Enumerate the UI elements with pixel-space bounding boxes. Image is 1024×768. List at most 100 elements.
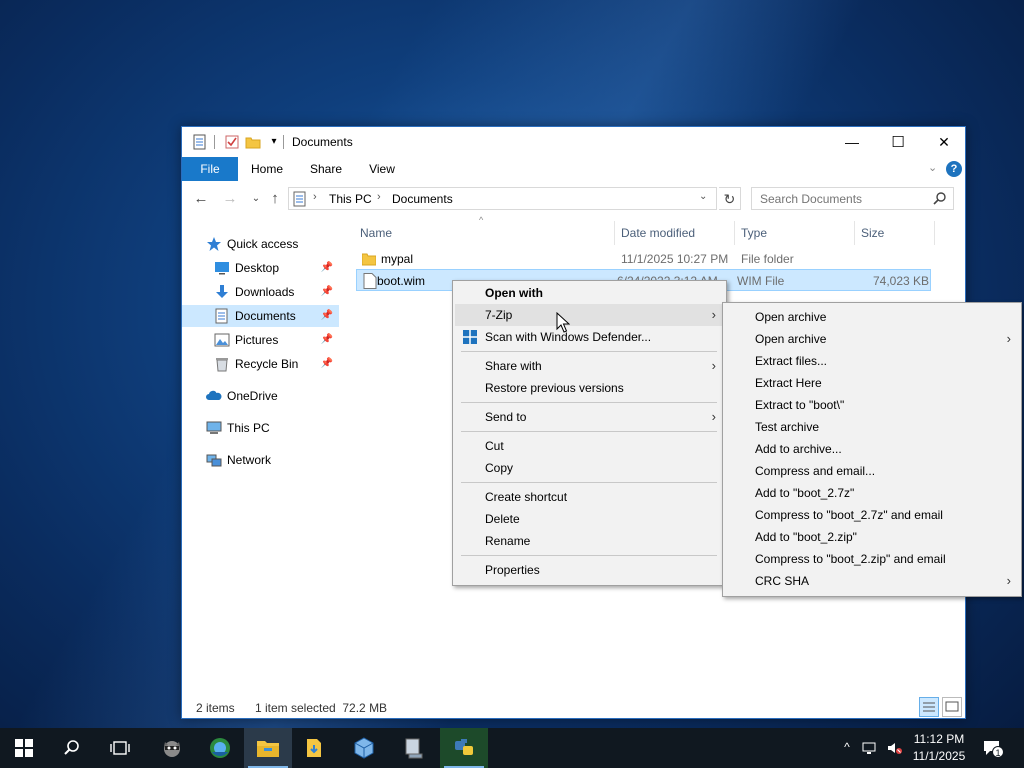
menu-send-to[interactable]: Send to › bbox=[455, 406, 724, 428]
file-row-mypal[interactable]: mypal 11/1/2025 10:27 PM File folder bbox=[356, 248, 931, 270]
clock[interactable]: 11:12 PM 11/1/2025 bbox=[904, 731, 974, 765]
menu-open-with[interactable]: Open with bbox=[455, 282, 724, 304]
pin-icon[interactable]: 📌 bbox=[321, 262, 333, 273]
menu-7zip[interactable]: 7-Zip › bbox=[455, 304, 724, 326]
forward-button[interactable]: → bbox=[220, 189, 240, 209]
submenu-item-label: Compress and email... bbox=[755, 464, 876, 478]
new-folder-icon[interactable] bbox=[245, 134, 261, 150]
volume-muted-icon[interactable] bbox=[886, 740, 902, 756]
tab-file[interactable]: File bbox=[182, 157, 238, 181]
action-center-button[interactable]: 1 bbox=[982, 738, 1004, 758]
submenu-crc-sha[interactable]: CRC SHA › bbox=[725, 570, 1019, 592]
large-icons-view-button[interactable] bbox=[942, 697, 962, 717]
checkmark-document-icon[interactable] bbox=[224, 134, 240, 150]
help-icon[interactable]: ? bbox=[946, 161, 962, 177]
column-date-modified[interactable]: Date modified bbox=[621, 221, 695, 245]
pin-icon[interactable]: 📌 bbox=[321, 334, 333, 345]
menu-share-with[interactable]: Share with › bbox=[455, 355, 724, 377]
maximize-button[interactable]: ☐ bbox=[875, 127, 921, 157]
tab-home[interactable]: Home bbox=[244, 157, 290, 181]
menu-properties[interactable]: Properties bbox=[455, 559, 724, 581]
breadcrumb-this-pc[interactable]: This PC bbox=[329, 192, 372, 206]
start-button[interactable] bbox=[0, 728, 48, 768]
column-divider[interactable] bbox=[734, 221, 735, 245]
title-bar[interactable]: ▾ Documents — ☐ ✕ bbox=[182, 127, 965, 157]
taskbar-app-browser[interactable] bbox=[196, 728, 244, 768]
nav-this-pc[interactable]: This PC bbox=[182, 417, 339, 439]
back-button[interactable]: ← bbox=[191, 189, 211, 209]
pin-icon[interactable]: 📌 bbox=[321, 286, 333, 297]
download-icon bbox=[216, 285, 228, 298]
search-box[interactable] bbox=[751, 187, 954, 210]
nav-recycle-bin[interactable]: Recycle Bin 📌 bbox=[182, 353, 339, 375]
menu-create-shortcut[interactable]: Create shortcut bbox=[455, 486, 724, 508]
submenu-add-to-zip[interactable]: Add to "boot_2.zip" bbox=[725, 526, 1019, 548]
submenu-compress-7z-email[interactable]: Compress to "boot_2.7z" and email bbox=[725, 504, 1019, 526]
up-button[interactable]: ↑ bbox=[265, 189, 285, 209]
submenu-compress-email[interactable]: Compress and email... bbox=[725, 460, 1019, 482]
submenu-open-archive[interactable]: Open archive bbox=[725, 306, 1019, 328]
taskbar-app-computer-setup[interactable] bbox=[390, 728, 438, 768]
refresh-button[interactable]: ↻ bbox=[719, 187, 741, 210]
pin-icon[interactable]: 📌 bbox=[321, 310, 333, 321]
network-status-icon[interactable] bbox=[862, 740, 878, 756]
nav-item-label: Network bbox=[227, 453, 272, 467]
column-type[interactable]: Type bbox=[741, 221, 767, 245]
close-button[interactable]: ✕ bbox=[921, 127, 967, 157]
nav-desktop[interactable]: Desktop 📌 bbox=[182, 257, 339, 279]
submenu-test-archive[interactable]: Test archive bbox=[725, 416, 1019, 438]
nav-network[interactable]: Network bbox=[182, 449, 339, 471]
details-view-button[interactable] bbox=[919, 697, 939, 717]
column-size[interactable]: Size bbox=[861, 221, 884, 245]
taskbar-app-raccoon[interactable] bbox=[148, 728, 196, 768]
menu-scan-defender[interactable]: Scan with Windows Defender... bbox=[455, 326, 724, 348]
nav-pictures[interactable]: Pictures 📌 bbox=[182, 329, 339, 351]
taskbar-app-python[interactable] bbox=[440, 728, 488, 768]
customize-toolbar-icon[interactable]: ▾ bbox=[266, 134, 282, 150]
submenu-extract-here[interactable]: Extract Here bbox=[725, 372, 1019, 394]
nav-onedrive[interactable]: OneDrive bbox=[182, 385, 339, 407]
file-explorer-icon bbox=[257, 741, 279, 757]
menu-separator bbox=[461, 555, 717, 556]
menu-cut[interactable]: Cut bbox=[455, 435, 724, 457]
nav-documents[interactable]: Documents 📌 bbox=[182, 305, 339, 327]
menu-rename[interactable]: Rename bbox=[455, 530, 724, 552]
submenu-add-to-archive[interactable]: Add to archive... bbox=[725, 438, 1019, 460]
minimize-button[interactable]: — bbox=[829, 127, 875, 157]
address-dropdown-icon[interactable]: ⌄ bbox=[699, 191, 707, 202]
menu-restore-previous[interactable]: Restore previous versions bbox=[455, 377, 724, 399]
taskbar-app-folder-download[interactable] bbox=[292, 728, 340, 768]
column-divider[interactable] bbox=[614, 221, 615, 245]
recent-locations-button[interactable]: ⌄ bbox=[246, 189, 266, 209]
submenu-compress-zip-email[interactable]: Compress to "boot_2.zip" and email bbox=[725, 548, 1019, 570]
task-view-button[interactable] bbox=[96, 728, 144, 768]
submenu-add-to-7z[interactable]: Add to "boot_2.7z" bbox=[725, 482, 1019, 504]
show-hidden-icons-icon[interactable]: ^ bbox=[839, 740, 855, 756]
submenu-extract-files[interactable]: Extract files... bbox=[725, 350, 1019, 372]
column-name[interactable]: Name bbox=[360, 221, 392, 245]
menu-copy[interactable]: Copy bbox=[455, 457, 724, 479]
taskbar-search-button[interactable] bbox=[48, 728, 96, 768]
breadcrumb-documents[interactable]: Documents bbox=[392, 192, 453, 206]
breadcrumb-chevron-icon[interactable]: › bbox=[313, 191, 317, 203]
submenu-item-label: Extract files... bbox=[755, 354, 828, 368]
submenu-open-archive-more[interactable]: Open archive › bbox=[725, 328, 1019, 350]
taskbar-app-file-explorer[interactable] bbox=[244, 728, 292, 768]
menu-delete[interactable]: Delete bbox=[455, 508, 724, 530]
submenu-extract-to-boot[interactable]: Extract to "boot\" bbox=[725, 394, 1019, 416]
tab-view[interactable]: View bbox=[362, 157, 402, 181]
taskbar-app-virtualbox[interactable] bbox=[340, 728, 388, 768]
breadcrumb-chevron-icon[interactable]: › bbox=[377, 191, 381, 203]
column-divider[interactable] bbox=[854, 221, 855, 245]
nav-quick-access[interactable]: Quick access bbox=[182, 233, 339, 255]
nav-downloads[interactable]: Downloads 📌 bbox=[182, 281, 339, 303]
documents-icon bbox=[215, 308, 228, 324]
submenu-arrow-icon: › bbox=[711, 358, 716, 373]
tab-share[interactable]: Share bbox=[302, 157, 350, 181]
search-input[interactable] bbox=[752, 188, 922, 209]
properties-icon[interactable] bbox=[192, 134, 208, 150]
column-divider[interactable] bbox=[934, 221, 935, 245]
pin-icon[interactable]: 📌 bbox=[321, 358, 333, 369]
expand-ribbon-icon[interactable]: ⌄ bbox=[928, 161, 937, 174]
address-bar[interactable]: › This PC › Documents ⌄ bbox=[288, 187, 717, 210]
